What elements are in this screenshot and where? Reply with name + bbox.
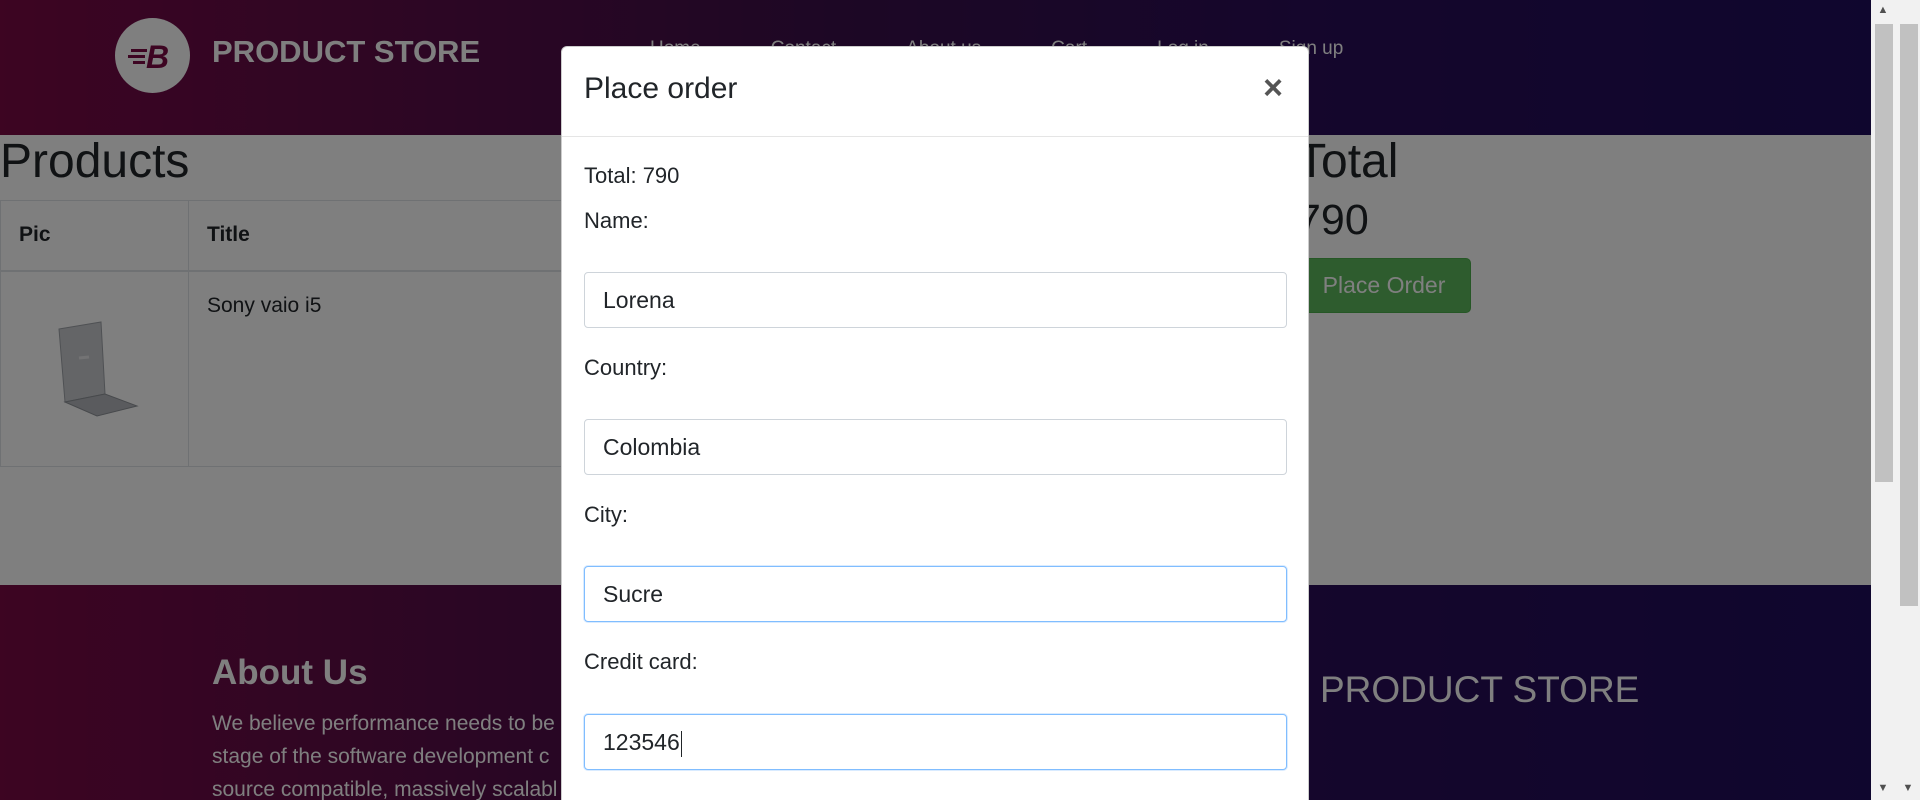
credit-card-value: 123546 (603, 729, 680, 755)
scroll-down-icon[interactable]: ▼ (1871, 778, 1895, 798)
country-label: Country: (584, 355, 668, 380)
order-total: Total: 790 (584, 163, 680, 188)
name-label: Name: (584, 208, 649, 233)
city-label: City: (584, 502, 628, 527)
credit-card-label: Credit card: (584, 649, 698, 674)
credit-card-field[interactable]: 123546 (584, 714, 1287, 770)
close-icon[interactable]: × (1258, 71, 1288, 105)
scroll-down-icon[interactable]: ▼ (1896, 778, 1920, 798)
scroll-up-icon[interactable]: ▲ (1871, 0, 1895, 20)
name-field[interactable]: Lorena (584, 272, 1287, 328)
text-caret (680, 730, 682, 757)
place-order-modal: Place order × Total: 790 Name: Lorena Co… (561, 46, 1309, 800)
page-scrollbar[interactable]: ▲ ▼ (1871, 0, 1895, 800)
modal-title: Place order (584, 72, 738, 105)
city-field[interactable]: Sucre (584, 566, 1287, 622)
modal-scrollbar-thumb[interactable] (1900, 24, 1918, 606)
modal-header: Place order × (562, 47, 1308, 137)
scrollbar-area: ▲ ▼ ▼ (1871, 0, 1920, 800)
modal-scrollbar[interactable]: ▼ (1896, 0, 1920, 800)
page-scrollbar-thumb[interactable] (1875, 24, 1893, 482)
country-field[interactable]: Colombia (584, 419, 1287, 475)
